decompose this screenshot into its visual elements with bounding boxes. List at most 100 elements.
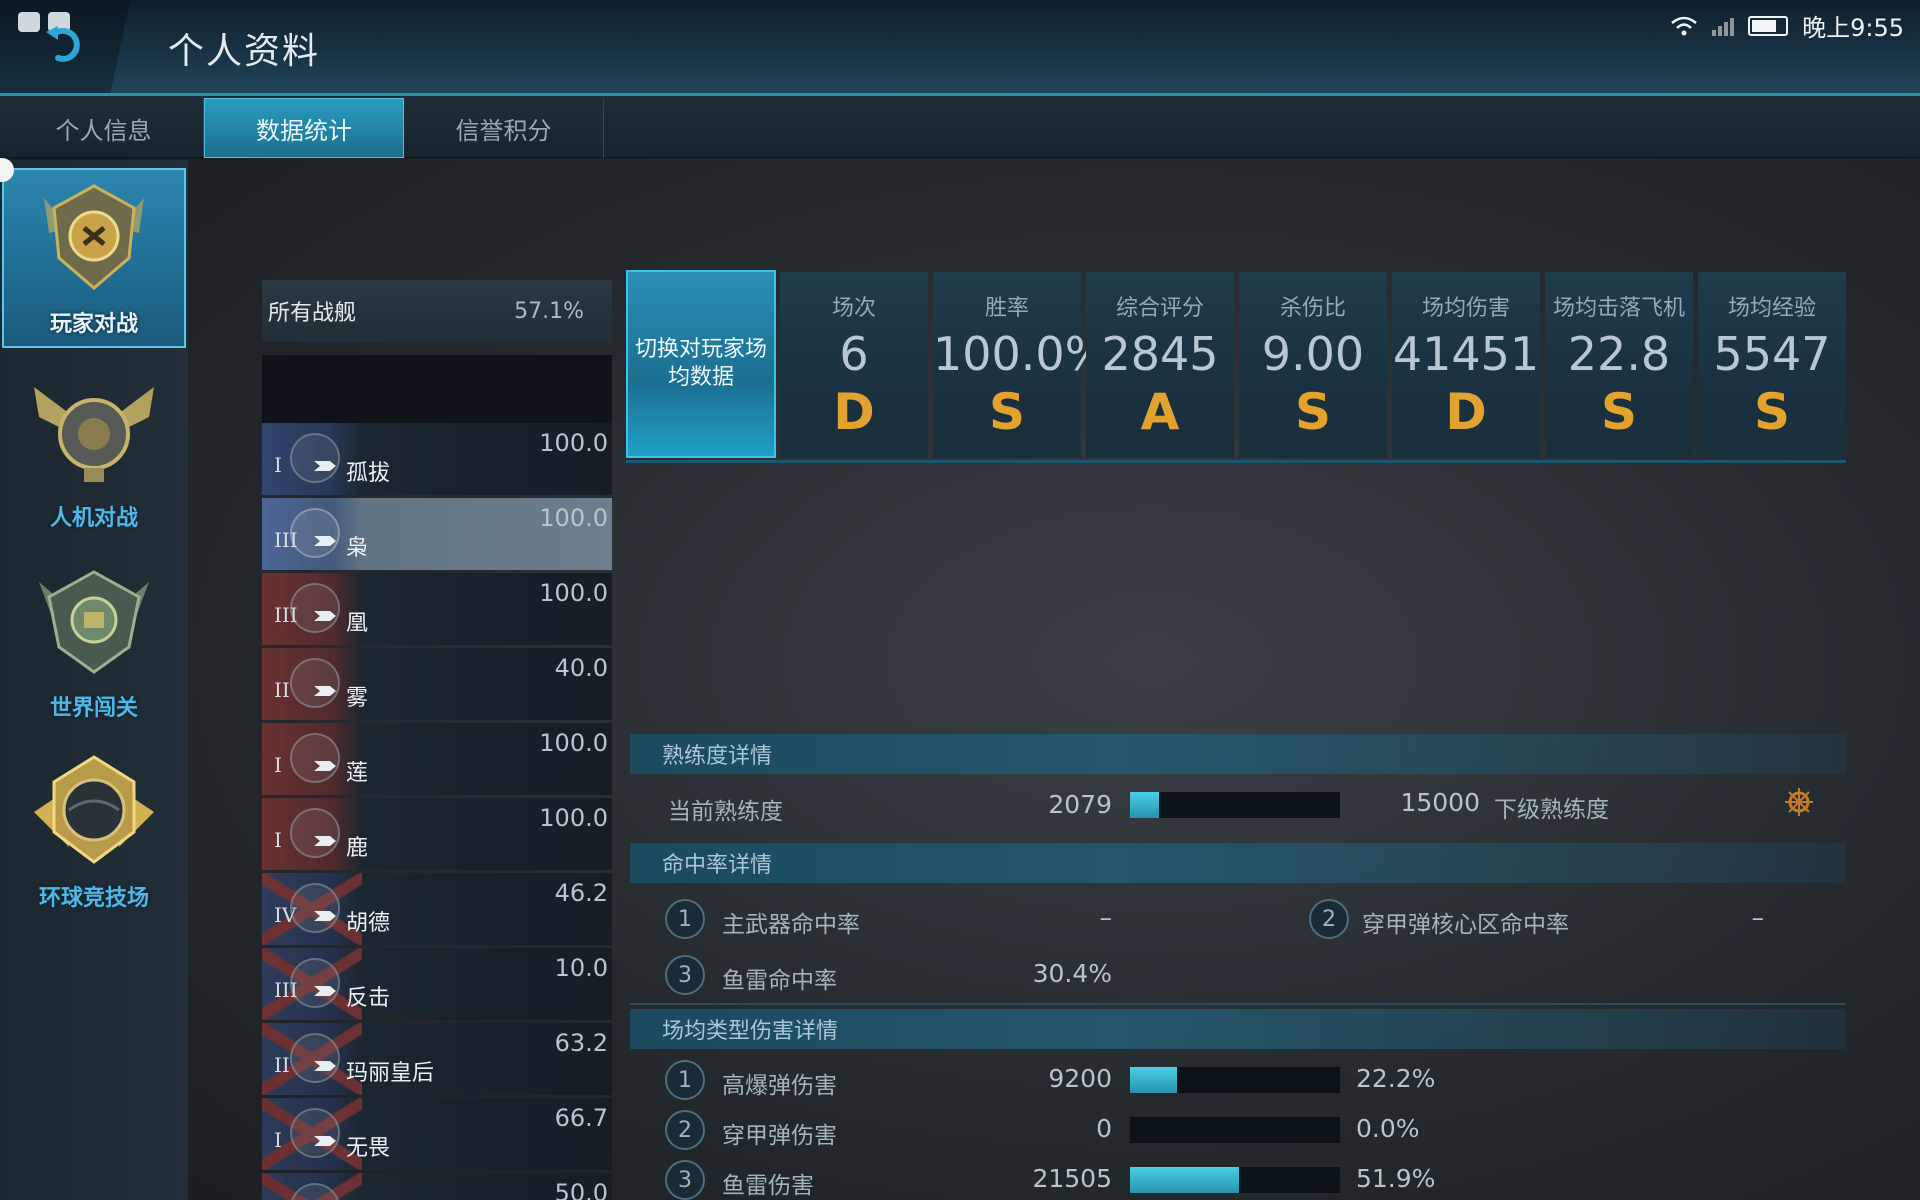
ship-class-icon xyxy=(314,461,336,471)
system-status-bar: 晚上9:55 xyxy=(1670,8,1904,43)
ship-tier: II xyxy=(274,678,290,702)
ship-tier: II xyxy=(274,1053,290,1077)
cell-signal-icon xyxy=(1712,16,1735,36)
stat-card: 胜率 100.0% S xyxy=(933,272,1109,458)
ship-score: 100.0 xyxy=(539,729,608,757)
section-divider xyxy=(630,1003,1846,1005)
ship-row[interactable]: I 孤拔 100.0 xyxy=(262,423,612,495)
tab-personal-info[interactable]: 个人信息 xyxy=(4,98,204,158)
mode-pve[interactable]: 人机对战 xyxy=(2,360,186,540)
ship-row[interactable]: II 玛丽皇后 63.2 xyxy=(262,1023,612,1095)
ship-class-icon xyxy=(314,1061,336,1071)
ship-score: 63.2 xyxy=(554,1029,608,1057)
stat-card: 杀伤比 9.00 S xyxy=(1239,272,1387,458)
ship-filter-percent: 57.1% xyxy=(514,298,584,324)
stat-grade: S xyxy=(988,383,1025,441)
stat-label: 胜率 xyxy=(984,296,1029,321)
ship-filter-name: 所有战舰 xyxy=(268,301,357,326)
index-badge: 3 xyxy=(665,1160,705,1200)
ship-score: 40.0 xyxy=(554,654,608,682)
ship-list-header xyxy=(262,355,612,423)
profile-tabs: 个人信息 数据统计 信誉积分 xyxy=(0,96,1920,158)
mode-label: 人机对战 xyxy=(49,506,138,531)
ship-row[interactable]: III 凰 100.0 xyxy=(262,573,612,645)
stat-grade: S xyxy=(1753,383,1790,441)
switch-stats-button[interactable]: 切换对玩家场均数据 xyxy=(626,270,776,458)
index-badge: 2 xyxy=(665,1110,705,1150)
ship-class-icon xyxy=(314,986,336,996)
accuracy-section-header: 命中率详情 xyxy=(630,843,1846,883)
nation-seal-icon xyxy=(290,1033,340,1083)
ship-tier: I xyxy=(274,1128,282,1152)
ship-row[interactable]: IV 胡德 46.2 xyxy=(262,873,612,945)
ship-list[interactable]: I 孤拔 100.0 III 枭 100.0 III 凰 100.0 II 雾 40.0 I 莲 100.0… xyxy=(262,423,612,1200)
battery-icon xyxy=(1748,15,1789,36)
stat-label: 杀伤比 xyxy=(1279,296,1346,321)
damage-type-label: 鱼雷伤害 xyxy=(722,1173,814,1199)
world-emblem-icon xyxy=(39,570,149,674)
ship-tier: I xyxy=(274,828,282,852)
ship-wheel-icon[interactable] xyxy=(1784,787,1814,817)
ship-tier: III xyxy=(274,528,298,552)
damage-bar xyxy=(1130,1167,1340,1193)
stats-underline xyxy=(626,460,1846,463)
ship-class-icon xyxy=(314,536,336,546)
ship-class-icon xyxy=(314,611,336,621)
back-arrow-icon[interactable] xyxy=(44,22,88,66)
ship-row[interactable]: I 莲 100.0 xyxy=(262,723,612,795)
damage-bar xyxy=(1130,1067,1340,1093)
nation-seal-icon xyxy=(290,658,340,708)
damage-bar-fill xyxy=(1130,1067,1177,1093)
ship-score: 100.0 xyxy=(539,429,608,457)
ship-tier: I xyxy=(274,453,282,477)
stat-card: 场均击落飞机 22.8 S xyxy=(1545,272,1693,458)
mode-world-stage[interactable]: 世界闯关 xyxy=(2,550,186,730)
torpedo-accuracy-value: 30.4% xyxy=(1032,959,1112,988)
ship-score: 10.0 xyxy=(554,954,608,982)
mode-global-arena[interactable]: 环球竞技场 xyxy=(2,740,186,920)
ship-row[interactable]: III 枭 100.0 xyxy=(262,498,612,570)
mode-pvp[interactable]: 玩家对战 xyxy=(2,168,186,348)
ap-core-accuracy-label: 穿甲弹核心区命中率 xyxy=(1362,912,1569,938)
current-proficiency-label: 当前熟练度 xyxy=(668,799,783,825)
next-proficiency-label: 下级熟练度 xyxy=(1494,797,1609,823)
stat-label: 场次 xyxy=(831,296,876,321)
tab-credit-score[interactable]: 信誉积分 xyxy=(404,98,604,158)
stat-card: 场均经验 5547 S xyxy=(1698,272,1846,458)
cloud-download-icon xyxy=(18,12,40,32)
stat-label: 场均伤害 xyxy=(1421,296,1510,321)
index-badge: 1 xyxy=(665,899,705,939)
ship-name: 玛丽皇后 xyxy=(346,1061,435,1086)
ship-score: 100.0 xyxy=(539,504,608,532)
stat-label: 场均击落飞机 xyxy=(1552,296,1685,321)
ship-class-icon xyxy=(314,836,336,846)
main-weapon-accuracy-label: 主武器命中率 xyxy=(722,912,860,938)
index-badge: 2 xyxy=(1309,899,1349,939)
stat-grade: A xyxy=(1140,383,1180,441)
torpedo-accuracy-label: 鱼雷命中率 xyxy=(722,968,837,994)
ship-score: 100.0 xyxy=(539,804,608,832)
ship-row[interactable]: II 雾 40.0 xyxy=(262,648,612,720)
mode-label: 世界闯关 xyxy=(49,696,138,721)
nation-seal-icon xyxy=(290,1183,340,1200)
pve-emblem-icon xyxy=(34,387,154,482)
index-badge: 1 xyxy=(665,1060,705,1100)
arena-emblem-icon xyxy=(34,755,154,864)
ship-row[interactable]: I 无畏 66.7 xyxy=(262,1098,612,1170)
nation-flag xyxy=(262,1173,362,1200)
ship-filter-dropdown[interactable]: 所有战舰 57.1% xyxy=(262,280,612,342)
damage-percent: 51.9% xyxy=(1356,1164,1436,1193)
current-proficiency-value: 2079 xyxy=(1048,790,1112,819)
ship-name: 枭 xyxy=(346,536,369,561)
damage-value: 0 xyxy=(1096,1114,1112,1143)
ship-row[interactable]: I 鹿 100.0 xyxy=(262,798,612,870)
tab-data-stats[interactable]: 数据统计 xyxy=(204,98,404,158)
stat-value: 2845 xyxy=(1101,327,1219,381)
nation-seal-icon xyxy=(290,733,340,783)
ship-row[interactable]: 50.0 xyxy=(262,1173,612,1200)
ship-row[interactable]: III 反击 10.0 xyxy=(262,948,612,1020)
nation-seal-icon xyxy=(290,433,340,483)
stat-label: 场均经验 xyxy=(1727,296,1816,321)
ship-score: 50.0 xyxy=(554,1179,608,1200)
stat-value: 100.0% xyxy=(933,327,1109,381)
